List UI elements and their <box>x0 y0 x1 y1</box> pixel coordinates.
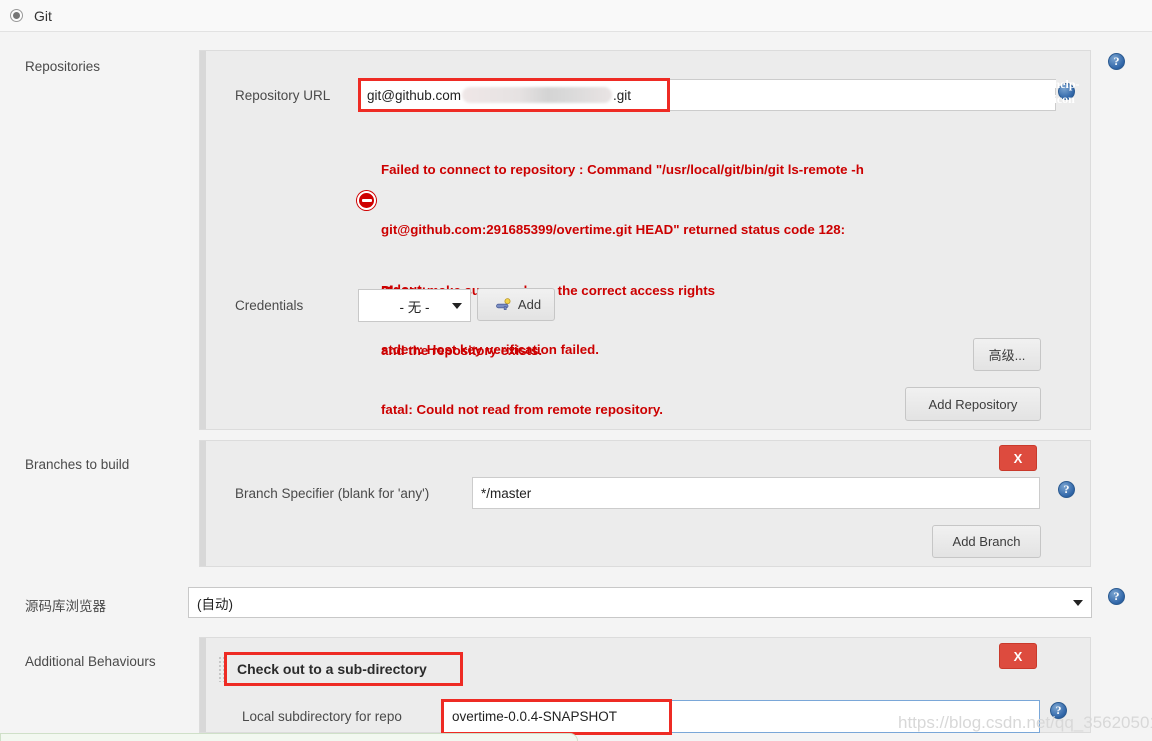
local-subdirectory-label: Local subdirectory for repo <box>242 709 402 724</box>
credentials-select[interactable]: - 无 - <box>358 289 471 322</box>
scm-git-radio-row[interactable]: Git <box>0 0 1152 31</box>
panel-grip-repositories <box>200 51 206 429</box>
jenkins-git-scm-config: Git Repositories Repository URL git@gith… <box>0 0 1152 741</box>
section-label-repository-browser: 源码库浏览器 <box>25 599 106 614</box>
panel-grip-behaviours <box>200 638 206 732</box>
repository-browser-select[interactable]: (自动) <box>188 587 1092 618</box>
add-credentials-button[interactable]: Add <box>477 288 555 321</box>
behaviour-title-checkout-subdirectory: Check out to a sub-directory <box>224 652 463 686</box>
repository-browser-value: (自动) <box>197 596 233 612</box>
key-icon <box>496 298 511 310</box>
radio-git-selected[interactable] <box>10 9 23 22</box>
add-credentials-label: Add <box>517 297 542 312</box>
error-hint-line-1: and the repository exists. <box>381 343 543 358</box>
bottom-green-panel <box>0 733 578 741</box>
help-icon-repository-browser[interactable]: ? <box>1108 588 1125 605</box>
add-repository-button[interactable]: Add Repository <box>905 387 1041 421</box>
header-divider <box>0 31 1152 32</box>
credentials-label: Credentials <box>235 298 304 313</box>
error-icon-bar <box>361 199 372 202</box>
credentials-selected-value: - 无 - <box>399 299 430 315</box>
error-line-4: fatal: Could not read from remote reposi… <box>381 402 663 417</box>
local-subdirectory-highlight <box>441 699 672 735</box>
error-circle-icon <box>357 191 376 210</box>
error-line-1: git@github.com:291685399/overtime.git HE… <box>381 222 846 237</box>
error-line-0: Failed to connect to repository : Comman… <box>381 162 864 177</box>
section-label-repositories: Repositories <box>25 59 101 74</box>
delete-branch-button[interactable]: X <box>999 445 1037 471</box>
section-label-additional-behaviours: Additional Behaviours <box>25 654 156 669</box>
panel-grip-branches <box>200 441 206 566</box>
help-icon-local-subdirectory[interactable]: ? <box>1050 702 1067 719</box>
help-icon-repository-url[interactable]: help-icon <box>1054 77 1080 106</box>
chevron-down-icon <box>452 302 462 309</box>
repository-url-label: Repository URL <box>235 88 331 103</box>
delete-behaviour-button[interactable]: X <box>999 643 1037 669</box>
scm-git-label: Git <box>34 7 52 24</box>
advanced-button[interactable]: 高级... <box>973 338 1041 371</box>
help-icon-branch-specifier[interactable]: ? <box>1058 481 1075 498</box>
add-branch-button[interactable]: Add Branch <box>932 525 1041 558</box>
section-label-branches: Branches to build <box>25 457 130 472</box>
repository-url-highlight <box>358 78 670 112</box>
branch-specifier-input[interactable]: */master <box>472 477 1040 509</box>
help-icon-git-scm[interactable]: ? <box>1108 53 1125 70</box>
chevron-down-icon-browser <box>1073 599 1083 606</box>
branch-specifier-label: Branch Specifier (blank for 'any') <box>235 486 430 501</box>
